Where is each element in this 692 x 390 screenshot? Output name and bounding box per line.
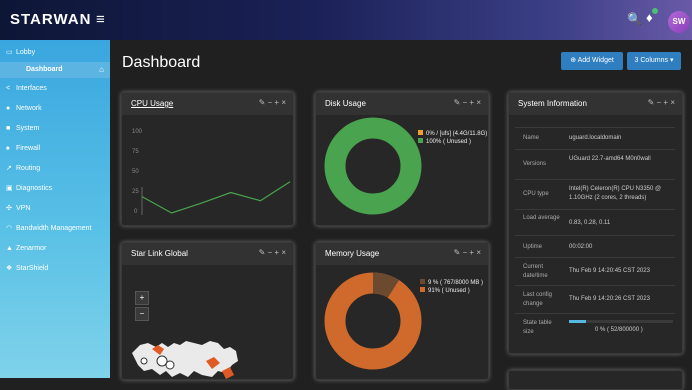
widget-controls[interactable]: ✎ − + × bbox=[454, 248, 481, 257]
memory-usage-widget: Memory Usage ✎ − + × 9 % ( 767/8000 MB )… bbox=[315, 242, 489, 380]
page-title: Dashboard bbox=[122, 54, 201, 71]
system-information-widget: System Information ✎ − + × Name uguard.lo… bbox=[508, 92, 683, 354]
brand-logo: STARWAN bbox=[10, 11, 92, 28]
widget-header: Star Link Global ✎ − + × bbox=[122, 243, 293, 265]
widget-header: Memory Usage ✎ − + × bbox=[316, 243, 488, 265]
table-row: CPU type Intel(R) Celeron(R) CPU N3350 @ … bbox=[515, 179, 675, 209]
sidebar-item-system[interactable]: ■ System bbox=[0, 120, 110, 138]
sidebar-item-interfaces[interactable]: < Interfaces bbox=[0, 80, 110, 98]
zenarmor-icon: ▲ bbox=[6, 245, 13, 252]
world-map[interactable] bbox=[122, 331, 294, 380]
medkit-icon: ▣ bbox=[6, 185, 13, 192]
y-tick-label: 100 bbox=[132, 129, 143, 135]
widget-title: Disk Usage bbox=[325, 99, 366, 108]
flame-icon: ♠ bbox=[6, 145, 10, 152]
cpu-series-line bbox=[141, 181, 291, 214]
sidebar-item-starshield[interactable]: ❖ StarShield bbox=[0, 260, 110, 278]
search-icon[interactable]: 🔍 bbox=[627, 12, 642, 26]
y-tick-label: 0 bbox=[134, 209, 138, 215]
home-icon: ⌂ bbox=[99, 65, 104, 74]
bell-icon[interactable]: ♦ bbox=[646, 8, 658, 25]
widget-controls[interactable]: ✎ − + × bbox=[259, 248, 286, 257]
y-tick-label: 75 bbox=[132, 149, 139, 155]
sidebar-item-dashboard[interactable]: Dashboard ⌂ bbox=[0, 62, 110, 78]
disk-usage-widget: Disk Usage ✎ − + × 0% / [ufs] (4.4G/11.8… bbox=[315, 92, 489, 226]
server-icon: ■ bbox=[6, 125, 11, 132]
legend-item: 0% / [ufs] (4.4G/11.8G) bbox=[418, 130, 487, 137]
land-shape bbox=[132, 341, 238, 377]
map-marker[interactable] bbox=[140, 357, 148, 365]
monitor-icon: ▭ bbox=[6, 49, 13, 56]
top-bar: STARWAN ≡ 🔍 ♦ SW bbox=[0, 0, 692, 40]
table-row: Last config change Thu Feb 9 14:20:26 CST… bbox=[515, 285, 675, 313]
widget-title: System Information bbox=[518, 99, 587, 108]
legend-item: 100% ( Unused ) bbox=[418, 138, 471, 145]
shield-icon: ❖ bbox=[6, 265, 13, 272]
sidebar-item-bandwidth-management[interactable]: ◠ Bandwidth Management bbox=[0, 220, 110, 238]
map-marker[interactable] bbox=[156, 355, 168, 367]
map-zoom-out-button[interactable]: − bbox=[135, 307, 149, 321]
sidebar-item-vpn[interactable]: ✣ VPN bbox=[0, 200, 110, 218]
cpu-chart: 100 75 50 25 0 bbox=[132, 129, 291, 215]
widget-controls[interactable]: ✎ − + × bbox=[454, 98, 481, 107]
vpn-icon: ✣ bbox=[6, 205, 12, 212]
legend-item: 9 % ( 767/8000 MB ) bbox=[420, 279, 483, 286]
table-row: State table size 0 % ( 52/800000 ) bbox=[515, 313, 675, 341]
add-widget-button[interactable]: ⊕ Add Widget bbox=[561, 52, 623, 70]
plus-circle-icon: ⊕ bbox=[570, 57, 578, 64]
legend-swatch bbox=[418, 130, 423, 135]
menu-icon[interactable]: ≡ bbox=[96, 11, 105, 28]
widget-header: System Information ✎ − + × bbox=[509, 93, 682, 115]
map-zoom-in-button[interactable]: + bbox=[135, 291, 149, 305]
notification-dot bbox=[652, 8, 658, 14]
table-row: Name uguard.localdomain bbox=[515, 127, 675, 149]
widget-partial bbox=[508, 370, 683, 390]
widget-controls[interactable]: ✎ − + × bbox=[648, 98, 675, 107]
columns-dropdown[interactable]: 3 Columns ▾ bbox=[627, 52, 681, 70]
caret-down-icon: ▾ bbox=[668, 57, 674, 64]
table-row: Load average 0.83, 0.28, 0.11 bbox=[515, 209, 675, 235]
sidebar-item-lobby[interactable]: ▭ Lobby bbox=[0, 44, 110, 62]
table-row: Versions UGuard 22.7-amd64 M0n0wall bbox=[515, 149, 675, 179]
gauge-icon: ◠ bbox=[6, 225, 13, 232]
globe-icon: ● bbox=[6, 105, 11, 112]
progress-fill bbox=[569, 320, 586, 323]
sidebar-item-zenarmor[interactable]: ▲ Zenarmor bbox=[0, 240, 110, 258]
legend-swatch bbox=[420, 279, 425, 284]
y-tick-label: 50 bbox=[132, 169, 139, 175]
avatar[interactable]: SW bbox=[668, 11, 690, 33]
sidebar: ▭ Lobby Dashboard ⌂ < Interfaces ● Network ■… bbox=[0, 40, 110, 378]
legend-item: 91% ( Unused ) bbox=[420, 287, 470, 294]
memory-unused-slice bbox=[324, 272, 422, 370]
widget-title: Memory Usage bbox=[325, 249, 380, 258]
y-tick-label: 25 bbox=[132, 189, 139, 195]
legend-swatch bbox=[420, 287, 425, 292]
star-link-global-widget: Star Link Global ✎ − + × + − bbox=[121, 242, 294, 380]
sidebar-item-network[interactable]: ● Network bbox=[0, 100, 110, 118]
state-table-progress bbox=[569, 320, 673, 323]
widget-title: Star Link Global bbox=[131, 249, 188, 258]
legend-swatch bbox=[418, 138, 423, 143]
table-row: Current date/time Thu Feb 9 14:20:45 CST … bbox=[515, 257, 675, 285]
map-marker[interactable] bbox=[165, 360, 175, 370]
disk-unused-slice bbox=[324, 117, 422, 215]
sidebar-item-firewall[interactable]: ♠ Firewall bbox=[0, 140, 110, 158]
memory-donut-chart bbox=[324, 272, 422, 370]
route-icon: ↗ bbox=[6, 165, 12, 172]
widget-header: Disk Usage ✎ − + × bbox=[316, 93, 488, 115]
table-row: Uptime 00:02:00 bbox=[515, 235, 675, 257]
sidebar-item-diagnostics[interactable]: ▣ Diagnostics bbox=[0, 180, 110, 198]
share-icon: < bbox=[6, 85, 11, 92]
cpu-usage-widget: CPU Usage ✎ − + × 100 75 50 25 0 bbox=[121, 92, 294, 226]
sidebar-item-routing[interactable]: ↗ Routing bbox=[0, 160, 110, 178]
